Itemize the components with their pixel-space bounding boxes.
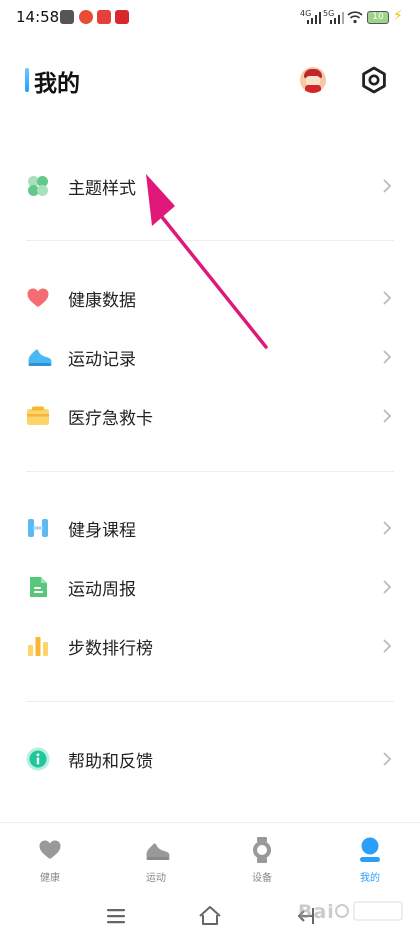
- svg-text:Bai: Bai: [298, 901, 335, 923]
- chevron-right-icon: [383, 752, 392, 766]
- status-bar: 14:58 4G 5G 10 ⚡: [0, 0, 420, 36]
- nav-tab-exercise[interactable]: 运动: [116, 823, 196, 889]
- avatar[interactable]: [300, 67, 326, 93]
- menu-item-label: 主题样式: [68, 179, 136, 199]
- theme-icon: [28, 176, 48, 196]
- medical-card-icon: [27, 406, 49, 425]
- menu-item-label: 健身课程: [68, 521, 136, 541]
- title-accent-bar: [25, 68, 29, 92]
- menu-item-label: 医疗急救卡: [68, 409, 153, 429]
- menu-item-label: 步数排行榜: [68, 639, 153, 659]
- shoe-icon: [146, 843, 170, 860]
- nav-tab-label: 我的: [360, 873, 380, 884]
- menu-item-help-feedback[interactable]: 帮助和反馈: [0, 731, 420, 787]
- wifi-icon: [347, 11, 363, 24]
- person-icon: [360, 837, 380, 862]
- charging-icon: ⚡: [393, 8, 403, 24]
- nav-tab-health[interactable]: 健康: [10, 823, 90, 889]
- home-icon[interactable]: [198, 904, 222, 928]
- chevron-right-icon: [383, 350, 392, 364]
- divider: [26, 471, 394, 472]
- bar-chart-icon: [28, 637, 48, 656]
- dumbbell-icon: [28, 519, 48, 537]
- signal-icon-2: [330, 12, 344, 24]
- menu-item-label: 帮助和反馈: [68, 752, 153, 772]
- nav-tab-mine[interactable]: 我的: [330, 823, 410, 889]
- battery-level: 10: [367, 11, 389, 24]
- heart-icon: [39, 840, 61, 859]
- menu-item-weekly-report[interactable]: 运动周报: [0, 559, 420, 615]
- header: 我的: [0, 56, 420, 106]
- nav-tab-devices[interactable]: 设备: [222, 823, 302, 889]
- signal-icon: [307, 12, 321, 24]
- menu-item-label: 运动周报: [68, 580, 136, 600]
- nav-tab-label: 健康: [40, 873, 60, 884]
- red-app-icon: [97, 10, 111, 24]
- annotation-arrow: [146, 174, 268, 349]
- chevron-right-icon: [383, 521, 392, 535]
- red-app-icon-2: [115, 10, 129, 24]
- info-icon: [26, 747, 50, 771]
- sneaker-icon: [28, 349, 52, 366]
- menu-item-fitness-courses[interactable]: 健身课程: [0, 500, 420, 556]
- menu-item-label: 运动记录: [68, 350, 136, 370]
- menu-item-label: 健康数据: [68, 291, 136, 311]
- chevron-right-icon: [383, 179, 392, 193]
- chevron-right-icon: [383, 580, 392, 594]
- heart-icon: [27, 288, 49, 307]
- menu-item-theme[interactable]: 主题样式: [0, 158, 420, 214]
- nav-tab-label: 运动: [146, 873, 166, 884]
- menu-icon[interactable]: [104, 904, 128, 928]
- document-icon: [30, 577, 47, 597]
- weibo-icon: [79, 10, 93, 24]
- divider: [26, 240, 394, 241]
- status-time: 14:58: [16, 8, 60, 26]
- menu-item-medical-card[interactable]: 医疗急救卡: [0, 388, 420, 444]
- menu-item-step-ranking[interactable]: 步数排行榜: [0, 618, 420, 674]
- divider: [26, 701, 394, 702]
- nav-tab-label: 设备: [252, 873, 272, 884]
- bottom-nav: 健康 运动 设备 我的: [0, 822, 420, 888]
- settings-hexagon-icon[interactable]: [360, 66, 388, 94]
- menu-item-health-data[interactable]: 健康数据: [0, 270, 420, 326]
- page-title: 我的: [34, 71, 80, 97]
- menu-item-exercise-records[interactable]: 运动记录: [0, 329, 420, 385]
- notification-app-icon: [60, 10, 74, 24]
- chevron-right-icon: [383, 291, 392, 305]
- watch-icon: [253, 837, 271, 863]
- chevron-right-icon: [383, 639, 392, 653]
- baidu-watermark-logo: Bai: [298, 901, 403, 923]
- chevron-right-icon: [383, 409, 392, 423]
